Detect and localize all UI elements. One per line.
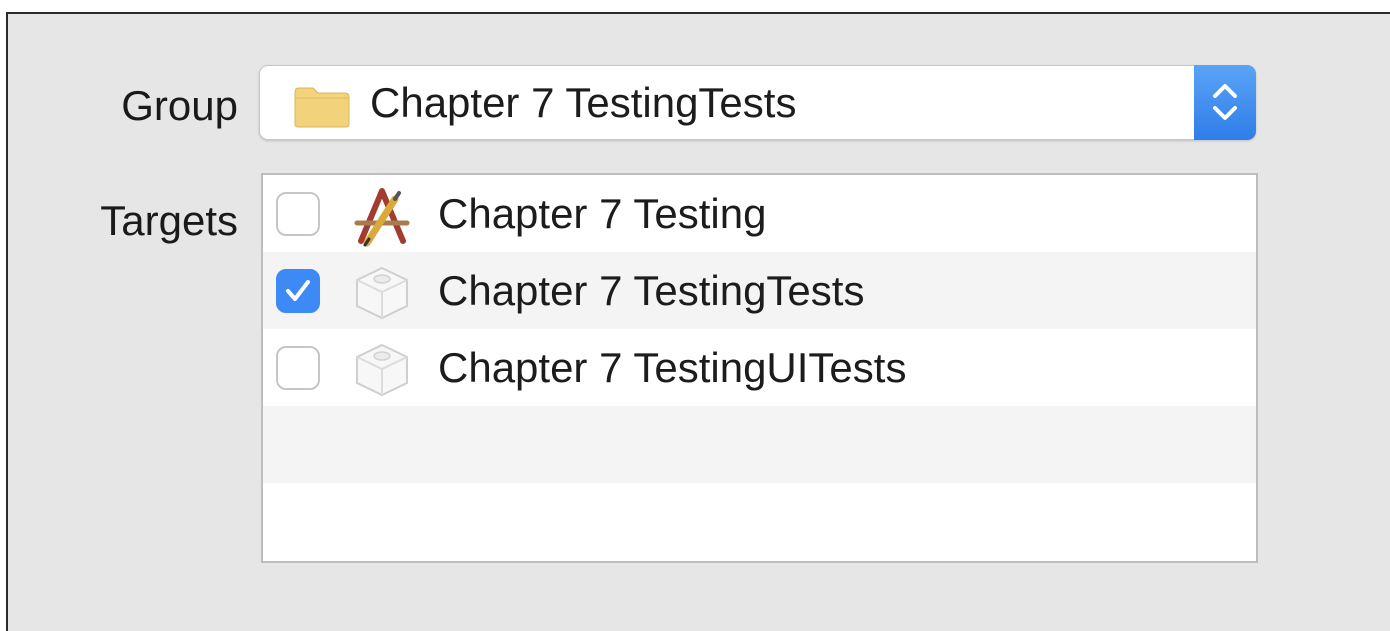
target-label: Chapter 7 TestingTests bbox=[438, 267, 865, 314]
group-popup-value: Chapter 7 TestingTests bbox=[370, 79, 797, 126]
folder-icon bbox=[294, 87, 350, 128]
app-target-icon bbox=[354, 188, 410, 247]
up-down-chevron-icon bbox=[1213, 84, 1237, 120]
target-checkbox[interactable] bbox=[276, 269, 320, 313]
popup-stepper[interactable] bbox=[1194, 65, 1256, 140]
target-chooser-panel: Group Chapter 7 TestingTests Targets Cha… bbox=[6, 12, 1390, 631]
target-checkbox[interactable] bbox=[276, 346, 320, 390]
empty-row bbox=[263, 483, 1256, 560]
target-row[interactable]: Chapter 7 Testing bbox=[263, 175, 1256, 252]
group-label: Group bbox=[121, 82, 238, 129]
checkmark-icon bbox=[286, 280, 310, 301]
target-checkbox[interactable] bbox=[276, 192, 320, 236]
targets-label: Targets bbox=[100, 197, 238, 244]
target-row[interactable]: Chapter 7 TestingTests bbox=[263, 252, 1256, 329]
target-row[interactable]: Chapter 7 TestingUITests bbox=[263, 329, 1256, 406]
targets-list: Chapter 7 Testing Chapter 7 TestingTests bbox=[261, 173, 1258, 563]
empty-row bbox=[263, 406, 1256, 483]
test-bundle-icon bbox=[356, 266, 408, 320]
group-popup-button[interactable]: Chapter 7 TestingTests bbox=[259, 65, 1256, 140]
target-label: Chapter 7 Testing bbox=[438, 190, 767, 237]
target-label: Chapter 7 TestingUITests bbox=[438, 344, 907, 391]
test-bundle-icon bbox=[356, 343, 408, 397]
